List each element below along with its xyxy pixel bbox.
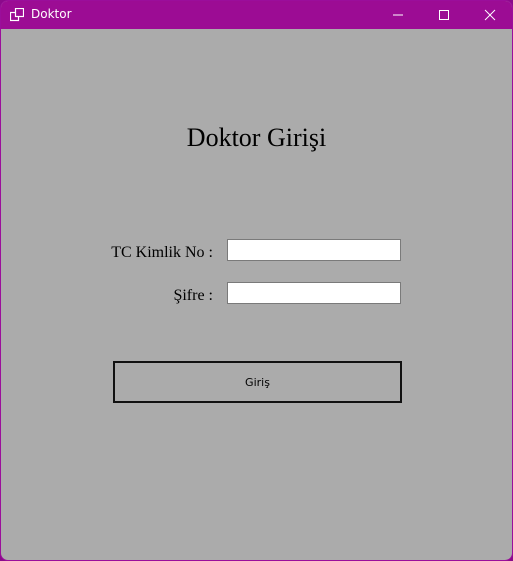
password-input[interactable] <box>227 282 401 304</box>
page-title: Doktor Girişi <box>186 123 327 152</box>
maximize-button[interactable] <box>421 1 467 29</box>
minimize-button[interactable] <box>375 1 421 29</box>
window-icon <box>9 7 25 22</box>
minimize-icon <box>393 14 403 16</box>
login-window: Doktor Doktor Girişi TC Kimlik No : Şifr… <box>0 0 513 561</box>
tc-input[interactable] <box>227 239 401 261</box>
title-bar[interactable]: Doktor <box>1 1 512 29</box>
password-label: Şifre : <box>173 287 213 304</box>
tc-label: TC Kimlik No : <box>111 244 213 261</box>
maximize-icon <box>439 10 449 20</box>
close-button[interactable] <box>467 1 512 29</box>
window-title: Doktor <box>31 7 72 21</box>
login-button[interactable]: Giriş <box>113 361 402 403</box>
close-icon <box>484 9 496 21</box>
